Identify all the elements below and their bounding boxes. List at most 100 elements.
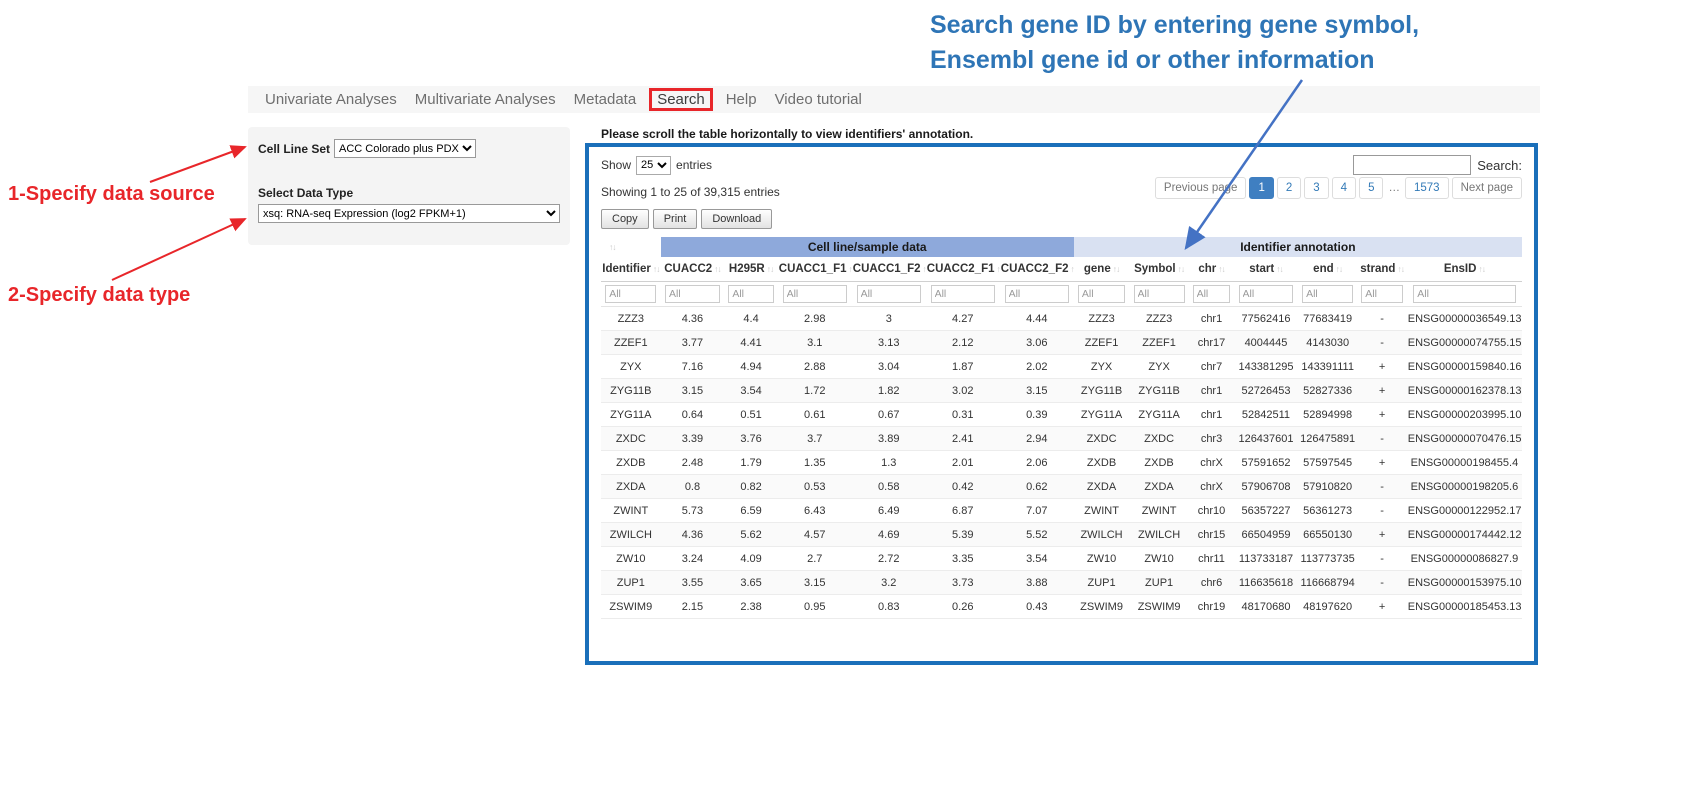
table-row: ZXDA0.80.820.530.580.420.62ZXDAZXDAchrX5… xyxy=(601,475,1522,499)
nav-item-multivariate-analyses[interactable]: Multivariate Analyses xyxy=(406,89,565,110)
page-button-1[interactable]: 1 xyxy=(1249,177,1273,199)
table-search: Search: xyxy=(1353,155,1522,175)
cell-line-set-select[interactable]: ACC Colorado plus PDX xyxy=(334,139,476,158)
column-filter-input-symbol[interactable] xyxy=(1134,285,1185,303)
data-table: ↑↓Cell line/sample dataIdentifier annota… xyxy=(601,237,1522,619)
column-filter-input-identifier[interactable] xyxy=(605,285,656,303)
table-row: ZYX7.164.942.883.041.872.02ZYXZYXchr7143… xyxy=(601,355,1522,379)
table-row: ZZEF13.774.413.13.132.123.06ZZEF1ZZEF1ch… xyxy=(601,331,1522,355)
annotation-step2: 2-Specify data type xyxy=(8,284,190,307)
table-row: ZUP13.553.653.153.23.733.88ZUP1ZUP1chr61… xyxy=(601,571,1522,595)
dt-buttons: CopyPrintDownload xyxy=(601,209,1522,229)
annotation-search-note-line1: Search gene ID by entering gene symbol, xyxy=(930,8,1419,43)
showing-entries-text: Showing 1 to 25 of 39,315 entries xyxy=(601,185,780,199)
column-header-end[interactable]: end↑↓ xyxy=(1298,257,1358,282)
group-header-identifier-annotation: Identifier annotation xyxy=(1074,237,1522,257)
column-filter-input-start[interactable] xyxy=(1239,285,1294,303)
control-panel: Cell Line Set ACC Colorado plus PDX Sele… xyxy=(248,127,570,245)
column-header-cuacc1-f2[interactable]: CUACC1_F2↑↓ xyxy=(852,257,926,282)
search-label: Search: xyxy=(1477,158,1522,173)
previous-page-button[interactable]: Previous page xyxy=(1155,177,1247,199)
cell-line-set-label: Cell Line Set xyxy=(258,142,330,156)
download-button[interactable]: Download xyxy=(701,209,772,229)
column-header-strand[interactable]: strand↑↓ xyxy=(1357,257,1406,282)
copy-button[interactable]: Copy xyxy=(601,209,649,229)
column-filter-input-strand[interactable] xyxy=(1361,285,1403,303)
table-row: ZWINT5.736.596.436.496.877.07ZWINTZWINTc… xyxy=(601,499,1522,523)
table-search-input[interactable] xyxy=(1353,155,1471,175)
next-page-button[interactable]: Next page xyxy=(1452,177,1522,199)
column-header-chr[interactable]: chr↑↓ xyxy=(1189,257,1234,282)
page-button-5[interactable]: 5 xyxy=(1359,177,1383,199)
table-row: ZXDB2.481.791.351.32.012.06ZXDBZXDBchrX5… xyxy=(601,451,1522,475)
column-filter-input-ensid[interactable] xyxy=(1413,285,1515,303)
table-row: ZXDC3.393.763.73.892.412.94ZXDCZXDCchr31… xyxy=(601,427,1522,451)
column-filter-input-gene[interactable] xyxy=(1078,285,1125,303)
sort-icon: ↑↓ xyxy=(767,264,774,274)
sort-icon: ↑↓ xyxy=(1071,264,1074,274)
column-header-identifier[interactable]: Identifier↑↓ xyxy=(601,257,661,282)
sort-icon: ↑↓ xyxy=(1276,264,1283,274)
table-row: ZZZ34.364.42.9834.274.44ZZZ3ZZZ3chr17756… xyxy=(601,307,1522,331)
nav-item-video-tutorial[interactable]: Video tutorial xyxy=(766,89,871,110)
column-filter-input-cuacc2-f2[interactable] xyxy=(1005,285,1069,303)
column-header-cuacc2[interactable]: CUACC2↑↓ xyxy=(661,257,725,282)
column-header-start[interactable]: start↑↓ xyxy=(1234,257,1298,282)
sort-icon: ↑↓ xyxy=(1336,264,1343,274)
pagination-ellipsis: … xyxy=(1386,178,1402,198)
sort-icon: ↑↓ xyxy=(1113,264,1120,274)
page-button-2[interactable]: 2 xyxy=(1277,177,1301,199)
sort-icon: ↑↓ xyxy=(1397,264,1404,274)
annotation-search-note: Search gene ID by entering gene symbol, … xyxy=(930,8,1419,77)
print-button[interactable]: Print xyxy=(653,209,698,229)
column-filter-input-chr[interactable] xyxy=(1193,285,1231,303)
nav-item-help[interactable]: Help xyxy=(717,89,766,110)
column-filter-input-h295r[interactable] xyxy=(728,285,773,303)
sort-icon: ↑↓ xyxy=(1178,264,1185,274)
red-arrow-step2 xyxy=(112,219,245,280)
page-length-control: Show 25 entries xyxy=(601,156,712,175)
column-filter-input-cuacc2[interactable] xyxy=(665,285,720,303)
nav-item-univariate-analyses[interactable]: Univariate Analyses xyxy=(256,89,406,110)
column-header-h295r[interactable]: H295R↑↓ xyxy=(724,257,777,282)
annotation-step1: 1-Specify data source xyxy=(8,183,215,206)
corner-sort-icon: ↑↓ xyxy=(601,237,661,257)
column-header-cuacc2-f1[interactable]: CUACC2_F1↑↓ xyxy=(926,257,1000,282)
table-row: ZWILCH4.365.624.574.695.395.52ZWILCHZWIL… xyxy=(601,523,1522,547)
page-button-3[interactable]: 3 xyxy=(1304,177,1328,199)
nav-item-search[interactable]: Search xyxy=(649,88,713,111)
column-filter-input-cuacc1-f1[interactable] xyxy=(783,285,847,303)
sort-icon: ↑↓ xyxy=(714,264,721,274)
page-button-4[interactable]: 4 xyxy=(1332,177,1356,199)
red-arrow-step1 xyxy=(150,147,245,182)
nav-item-metadata[interactable]: Metadata xyxy=(565,89,646,110)
table-row: ZYG11A0.640.510.610.670.310.39ZYG11AZYG1… xyxy=(601,403,1522,427)
column-header-ensid[interactable]: EnsID↑↓ xyxy=(1407,257,1522,282)
data-type-select[interactable]: xsq: RNA-seq Expression (log2 FPKM+1) xyxy=(258,204,560,223)
column-header-symbol[interactable]: Symbol↑↓ xyxy=(1129,257,1189,282)
column-header-cuacc2-f2[interactable]: CUACC2_F2↑↓ xyxy=(1000,257,1074,282)
sort-icon: ↑↓ xyxy=(849,264,852,274)
show-label: Show xyxy=(601,158,631,172)
data-type-label: Select Data Type xyxy=(258,186,560,200)
page-length-select[interactable]: 25 xyxy=(636,156,671,175)
table-row: ZSWIM92.152.380.950.830.260.43ZSWIM9ZSWI… xyxy=(601,595,1522,619)
table-container: Show 25 entries Search: Showing 1 to 25 … xyxy=(585,143,1538,665)
column-header-gene[interactable]: gene↑↓ xyxy=(1074,257,1130,282)
column-filter-input-cuacc2-f1[interactable] xyxy=(931,285,995,303)
sort-icon: ↑↓ xyxy=(923,264,926,274)
page-button-1573[interactable]: 1573 xyxy=(1405,177,1449,199)
column-filter-input-end[interactable] xyxy=(1302,285,1353,303)
column-header-cuacc1-f1[interactable]: CUACC1_F1↑↓ xyxy=(778,257,852,282)
navbar: Univariate AnalysesMultivariate Analyses… xyxy=(248,86,1540,113)
entries-label: entries xyxy=(676,158,712,172)
annotation-search-note-line2: Ensembl gene id or other information xyxy=(930,43,1419,78)
table-row: ZYG11B3.153.541.721.823.023.15ZYG11BZYG1… xyxy=(601,379,1522,403)
table-scroll-note: Please scroll the table horizontally to … xyxy=(601,127,973,141)
sort-icon: ↑↓ xyxy=(653,264,660,274)
pagination: Previous page12345…1573Next page xyxy=(1155,177,1522,199)
table-row: ZW103.244.092.72.723.353.54ZW10ZW10chr11… xyxy=(601,547,1522,571)
group-header-cell-line-sample-data: Cell line/sample data xyxy=(661,237,1074,257)
navbar-list: Univariate AnalysesMultivariate Analyses… xyxy=(248,88,871,111)
column-filter-input-cuacc1-f2[interactable] xyxy=(857,285,921,303)
